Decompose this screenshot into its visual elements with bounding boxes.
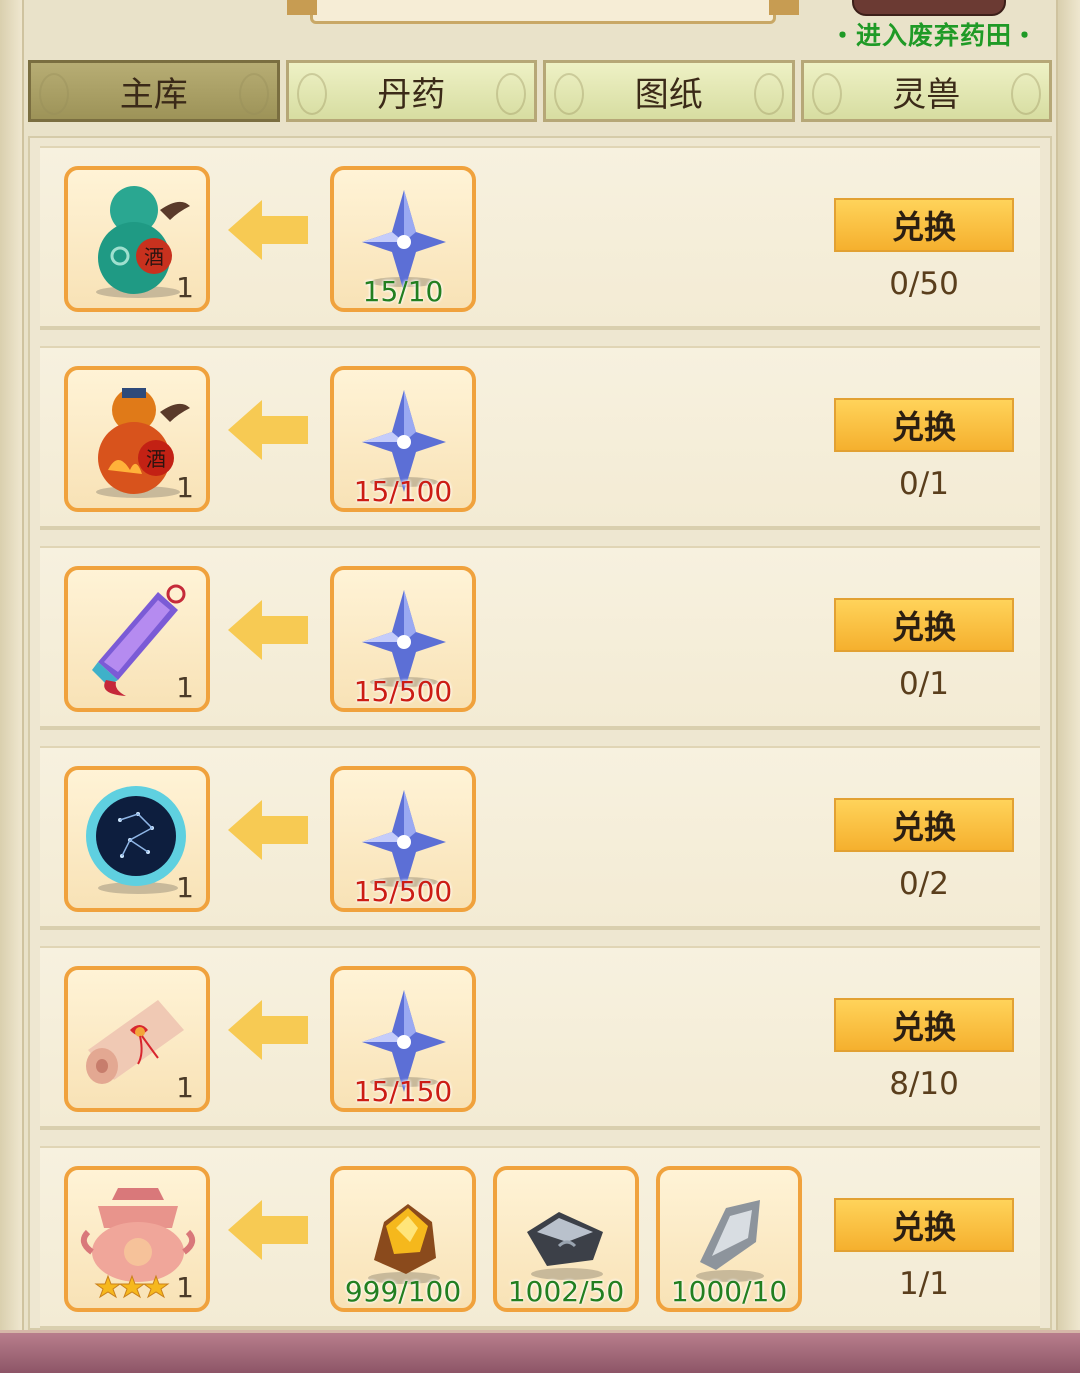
cost-slot[interactable]: 999/100 [330, 1166, 476, 1312]
cost-slot[interactable]: 15/150 [330, 966, 476, 1112]
cost-slot[interactable]: 15/100 [330, 366, 476, 512]
exchange-row: 酒 1 15/10 兑换 0/50 [40, 146, 1040, 330]
tab-pills[interactable]: 丹药 [285, 60, 537, 122]
reward-quantity: 1 [176, 471, 194, 504]
arrow-left-icon [228, 200, 308, 260]
exchange-row: 1 999/100 1002/50 1000/10 兑换 1/1 [40, 1146, 1040, 1330]
arrow-left-icon [228, 1000, 308, 1060]
svg-text:酒: 酒 [146, 447, 166, 471]
exchange-row: 1 15/500 兑换 0/2 [40, 746, 1040, 930]
reward-quantity: 1 [176, 1271, 194, 1304]
cost-count: 15/10 [362, 275, 444, 308]
frame-right [1056, 0, 1080, 1330]
tab-blueprints[interactable]: 图纸 [543, 60, 795, 122]
cost-slot[interactable]: 15/500 [330, 766, 476, 912]
arrow-left-icon [228, 800, 308, 860]
exchange-row: 1 15/150 兑换 8/10 [40, 946, 1040, 1130]
tab-bar: 主库 丹药 图纸 灵兽 [28, 60, 1052, 126]
reward-quantity: 1 [176, 1071, 194, 1104]
bottom-decor-bar [0, 1330, 1080, 1373]
cost-count: 1002/50 [507, 1275, 625, 1308]
exchange-progress: 0/1 [899, 466, 949, 502]
exchange-button[interactable]: 兑换 [834, 398, 1014, 452]
reward-slot[interactable]: 1 [64, 566, 210, 712]
cost-slot[interactable]: 1000/10 [656, 1166, 802, 1312]
exchange-button[interactable]: 兑换 [834, 998, 1014, 1052]
cost-slot[interactable]: 1002/50 [493, 1166, 639, 1312]
exchange-progress: 0/1 [899, 666, 949, 702]
cost-count: 15/150 [353, 1075, 453, 1108]
reward-quantity: 1 [176, 271, 194, 304]
svg-text:酒: 酒 [144, 245, 164, 269]
cost-slot[interactable]: 15/10 [330, 166, 476, 312]
exchange-button[interactable]: 兑换 [834, 1198, 1014, 1252]
top-title-plaque [287, 0, 799, 24]
reward-quantity: 1 [176, 871, 194, 904]
arrow-left-icon [228, 600, 308, 660]
reward-slot[interactable]: 1 [64, 966, 210, 1112]
cost-count: 15/500 [353, 675, 453, 708]
exchange-row: 1 15/500 兑换 0/1 [40, 546, 1040, 730]
exchange-progress: 0/2 [899, 866, 949, 902]
exchange-button[interactable]: 兑换 [834, 598, 1014, 652]
tab-spirit-beasts[interactable]: 灵兽 [800, 60, 1052, 122]
arrow-left-icon [228, 1200, 308, 1260]
cost-count: 999/100 [344, 1275, 462, 1308]
enter-abandoned-herb-field-link[interactable]: ・进入废弃药田・ [830, 16, 1038, 52]
exchange-button[interactable]: 兑换 [834, 198, 1014, 252]
reward-quantity: 1 [176, 671, 194, 704]
exchange-progress: 8/10 [889, 1066, 959, 1102]
cost-count: 15/100 [353, 475, 453, 508]
reward-slot[interactable]: 酒 1 [64, 366, 210, 512]
cost-count: 15/500 [353, 875, 453, 908]
reward-slot[interactable]: 1 [64, 1166, 210, 1312]
arrow-left-icon [228, 400, 308, 460]
frame-left [0, 0, 24, 1330]
exchange-button[interactable]: 兑换 [834, 798, 1014, 852]
exchange-progress: 0/50 [889, 266, 959, 302]
reward-slot[interactable]: 1 [64, 766, 210, 912]
cost-count: 1000/10 [670, 1275, 788, 1308]
cost-slot[interactable]: 15/500 [330, 566, 476, 712]
exchange-row: 酒 1 15/100 兑换 0/1 [40, 346, 1040, 530]
top-badge [852, 0, 1006, 16]
reward-slot[interactable]: 酒 1 [64, 166, 210, 312]
tab-main-library[interactable]: 主库 [28, 60, 280, 122]
exchange-progress: 1/1 [899, 1266, 949, 1302]
